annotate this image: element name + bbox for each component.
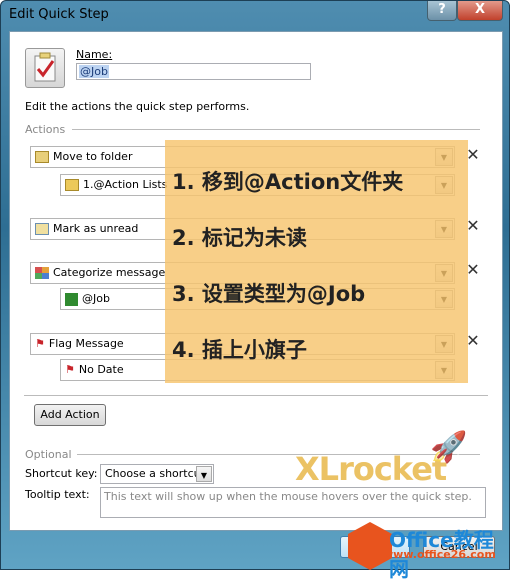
name-label: Name: xyxy=(76,48,113,61)
action-label: Move to folder xyxy=(53,150,133,163)
optional-group-label: Optional xyxy=(25,448,72,461)
shortcut-select[interactable]: Choose a shortcut ▼ xyxy=(100,464,214,484)
tooltip-label: Tooltip text: xyxy=(25,488,90,501)
tooltip-input[interactable]: This text will show up when the mouse ho… xyxy=(100,487,486,518)
description-text: Edit the actions the quick step performs… xyxy=(25,100,250,113)
action-label: Categorize message xyxy=(53,266,166,279)
remove-action-4-icon[interactable]: ✕ xyxy=(466,331,480,350)
action-label: Mark as unread xyxy=(53,222,139,235)
name-input[interactable]: @Job xyxy=(76,63,311,80)
remove-action-3-icon[interactable]: ✕ xyxy=(466,260,480,279)
envelope-icon xyxy=(35,223,49,235)
remove-action-1-icon[interactable]: ✕ xyxy=(466,145,480,164)
help-button[interactable]: ? xyxy=(427,1,457,21)
rocket-icon: 🚀 xyxy=(430,430,468,465)
flag-icon: ⚑ xyxy=(65,363,75,376)
shortcut-value: Choose a shortcut xyxy=(105,467,205,480)
folder-value: 1.@Action Lists xyxy=(83,178,168,191)
green-square-icon xyxy=(65,292,78,306)
divider xyxy=(24,395,488,396)
office-url-watermark: www.office26.com xyxy=(383,548,496,561)
shortcut-label: Shortcut key: xyxy=(25,467,98,480)
dialog-title: Edit Quick Step xyxy=(9,7,109,22)
add-action-button[interactable]: Add Action xyxy=(34,404,106,426)
flag-date-value: No Date xyxy=(78,363,124,376)
category-value: @Job xyxy=(82,292,110,305)
category-icon xyxy=(35,267,49,279)
close-button[interactable]: X xyxy=(457,1,503,21)
move-folder-icon xyxy=(35,151,49,163)
flag-icon: ⚑ xyxy=(35,337,45,350)
remove-action-2-icon[interactable]: ✕ xyxy=(466,216,480,235)
annotation-2: 2. 标记为未读 xyxy=(172,226,307,250)
actions-group-label: Actions xyxy=(25,123,66,136)
divider xyxy=(72,129,480,130)
annotation-4: 4. 插上小旗子 xyxy=(172,338,307,362)
action-label: Flag Message xyxy=(48,337,124,350)
xlrocket-watermark: XLrocket xyxy=(295,450,447,488)
quick-step-icon[interactable] xyxy=(25,48,65,88)
dropdown-arrow-icon[interactable]: ▼ xyxy=(196,466,212,482)
annotation-1: 1. 移到@Action文件夹 xyxy=(172,170,404,194)
folder-icon xyxy=(65,179,79,191)
annotation-3: 3. 设置类型为@Job xyxy=(172,282,366,306)
